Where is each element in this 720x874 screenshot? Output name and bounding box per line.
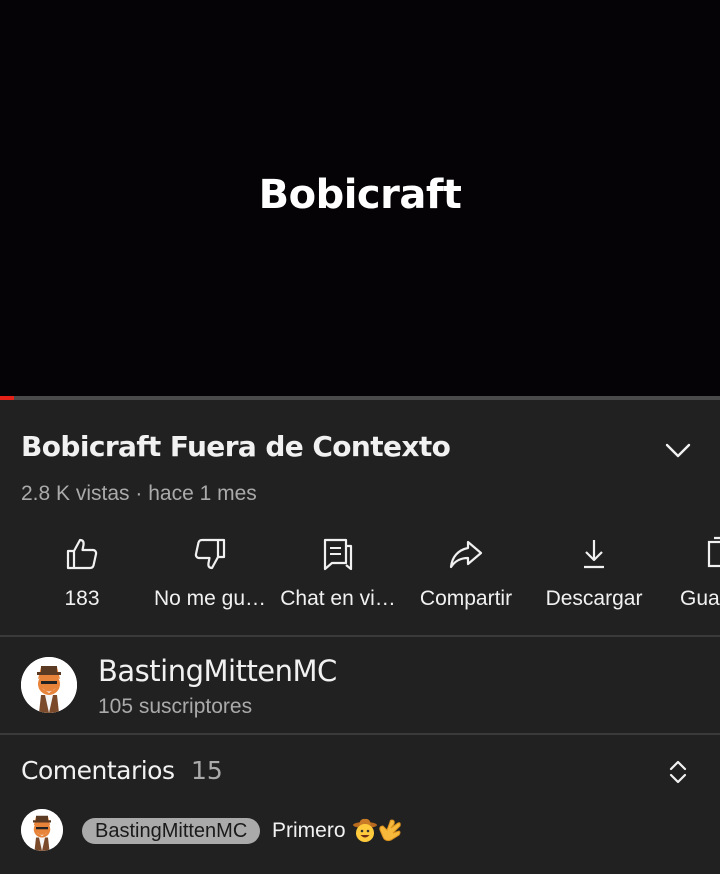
comments-count: 15 [191,756,223,785]
comment-author-avatar[interactable] [21,809,63,851]
thumbs-down-icon [194,538,226,570]
video-title[interactable]: Bobicraft Fuera de Contexto [21,430,451,463]
live-chat-button[interactable]: Chat en vi… [274,530,402,622]
thumbs-up-icon [66,538,98,570]
live-chat-icon [323,538,353,571]
chevron-down-icon[interactable] [664,438,692,462]
cowboy-face-emoji [353,818,377,842]
meta-separator: · [135,482,143,505]
progress-bar-fill [0,396,15,400]
comment-author-chip[interactable]: BastingMittenMC [82,818,261,844]
progress-bar[interactable] [0,396,720,400]
video-player[interactable]: Bobicraft [0,0,720,398]
comment-text: Primero [272,819,346,842]
save-label: Gua [680,587,720,610]
save-button[interactable]: Gua [658,530,720,622]
waving-hand-emoji [379,819,401,842]
channel-avatar[interactable] [21,657,77,713]
divider [0,733,720,735]
video-overlay-title: Bobicraft [258,172,462,218]
share-button[interactable]: Compartir [402,530,530,622]
view-count: 2.8 K vistas [21,482,130,505]
divider [0,635,720,637]
share-icon [449,540,483,569]
expand-collapse-icon[interactable] [664,758,692,786]
subscriber-count: 105 suscriptores [98,695,253,718]
like-count: 183 [64,587,100,610]
video-meta[interactable]: 2.8 K vistas · hace 1 mes [21,482,257,506]
comments-label[interactable]: Comentarios [21,756,175,785]
download-icon [584,540,604,569]
fox-avatar-icon [21,809,63,851]
fox-avatar-icon [21,657,77,713]
publish-date: hace 1 mes [148,482,257,505]
save-icon [707,536,720,568]
action-bar: 183 No me gu… Chat en vi… Compartir Desc… [0,530,720,630]
live-chat-label: Chat en vi… [280,587,396,610]
like-button[interactable]: 183 [18,530,146,622]
share-label: Compartir [419,587,513,610]
dislike-button[interactable]: No me gu… [146,530,274,622]
channel-name[interactable]: BastingMittenMC [98,654,337,688]
download-label: Descargar [545,587,643,610]
dislike-label: No me gu… [153,587,267,610]
download-button[interactable]: Descargar [530,530,658,622]
